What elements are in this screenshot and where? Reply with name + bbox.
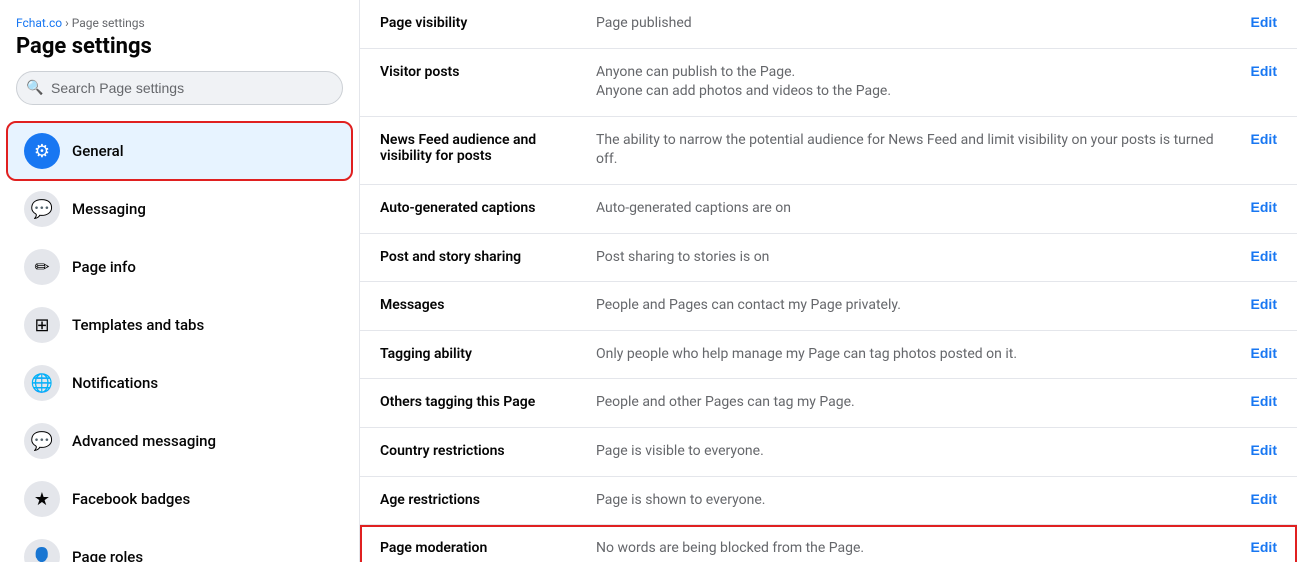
settings-row-page-visibility: Page visibility Page published Edit xyxy=(360,0,1297,49)
setting-label-others-tagging: Others tagging this Page xyxy=(380,393,580,410)
edit-btn-age-restrictions[interactable]: Edit xyxy=(1251,491,1277,507)
edit-btn-page-visibility[interactable]: Edit xyxy=(1251,14,1277,30)
sidebar-item-page-roles[interactable]: 👤 Page roles xyxy=(8,529,351,562)
edit-btn-post-story-sharing[interactable]: Edit xyxy=(1251,248,1277,264)
setting-desc-messages: People and Pages can contact my Page pri… xyxy=(596,296,1235,316)
settings-row-country-restrictions: Country restrictions Page is visible to e… xyxy=(360,428,1297,477)
setting-label-post-story-sharing: Post and story sharing xyxy=(380,248,580,265)
setting-label-visitor-posts: Visitor posts xyxy=(380,63,580,80)
sidebar-item-label-general: General xyxy=(72,142,124,160)
sidebar-item-label-page-roles: Page roles xyxy=(72,548,143,562)
setting-desc-tagging-ability: Only people who help manage my Page can … xyxy=(596,345,1235,365)
sidebar-item-page-info[interactable]: ✏ Page info xyxy=(8,239,351,295)
settings-row-age-restrictions: Age restrictions Page is shown to everyon… xyxy=(360,477,1297,526)
setting-label-auto-captions: Auto-generated captions xyxy=(380,199,580,216)
edit-btn-page-moderation[interactable]: Edit xyxy=(1251,539,1277,555)
setting-desc-auto-captions: Auto-generated captions are on xyxy=(596,199,1235,219)
search-input[interactable] xyxy=(16,71,343,105)
setting-label-age-restrictions: Age restrictions xyxy=(380,491,580,508)
edit-btn-tagging-ability[interactable]: Edit xyxy=(1251,345,1277,361)
setting-desc-age-restrictions: Page is shown to everyone. xyxy=(596,491,1235,511)
messaging-icon: 💬 xyxy=(24,191,60,227)
sidebar-item-notifications[interactable]: 🌐 Notifications xyxy=(8,355,351,411)
breadcrumb-separator: › xyxy=(62,16,72,30)
page-roles-icon: 👤 xyxy=(24,539,60,562)
search-icon: 🔍 xyxy=(26,80,43,96)
sidebar-item-label-advanced-messaging: Advanced messaging xyxy=(72,432,216,450)
edit-btn-messages[interactable]: Edit xyxy=(1251,296,1277,312)
setting-label-page-moderation: Page moderation xyxy=(380,539,580,556)
search-container: 🔍 xyxy=(16,71,343,105)
setting-desc-others-tagging: People and other Pages can tag my Page. xyxy=(596,393,1235,413)
setting-desc-news-feed-audience: The ability to narrow the potential audi… xyxy=(596,131,1235,170)
sidebar-item-general[interactable]: ⚙ General xyxy=(8,123,351,179)
setting-desc-page-moderation: No words are being blocked from the Page… xyxy=(596,539,1235,559)
setting-desc-visitor-posts: Anyone can publish to the Page. Anyone c… xyxy=(596,63,1235,102)
settings-list: Page visibilityPage publishedEditVisitor… xyxy=(360,0,1297,562)
nav-list: ⚙ General 💬 Messaging ✏ Page info ⊞ Templates a… xyxy=(0,121,359,562)
settings-row-page-moderation: Page moderation No words are being blocke… xyxy=(360,525,1297,562)
sidebar: Fchat.co › Page settings Page settings 🔍… xyxy=(0,0,360,562)
settings-row-auto-captions: Auto-generated captions Auto-generated ca… xyxy=(360,185,1297,234)
setting-desc-page-visibility: Page published xyxy=(596,14,1235,34)
main-content: Page visibilityPage publishedEditVisitor… xyxy=(360,0,1297,562)
advanced-messaging-icon: 💬 xyxy=(24,423,60,459)
settings-row-tagging-ability: Tagging ability Only people who help mana… xyxy=(360,331,1297,380)
breadcrumb: Fchat.co › Page settings xyxy=(16,16,343,30)
settings-row-others-tagging: Others tagging this Page People and other… xyxy=(360,379,1297,428)
setting-desc-country-restrictions: Page is visible to everyone. xyxy=(596,442,1235,462)
facebook-badges-icon: ★ xyxy=(24,481,60,517)
settings-row-messages: Messages People and Pages can contact my … xyxy=(360,282,1297,331)
sidebar-item-label-notifications: Notifications xyxy=(72,374,158,392)
setting-desc-post-story-sharing: Post sharing to stories is on xyxy=(596,248,1235,268)
notifications-icon: 🌐 xyxy=(24,365,60,401)
edit-btn-auto-captions[interactable]: Edit xyxy=(1251,199,1277,215)
edit-btn-visitor-posts[interactable]: Edit xyxy=(1251,63,1277,79)
page-title: Page settings xyxy=(16,34,343,59)
settings-row-visitor-posts: Visitor posts Anyone can publish to the P… xyxy=(360,49,1297,117)
sidebar-item-label-facebook-badges: Facebook badges xyxy=(72,490,190,508)
setting-label-page-visibility: Page visibility xyxy=(380,14,580,31)
setting-label-messages: Messages xyxy=(380,296,580,313)
edit-btn-news-feed-audience[interactable]: Edit xyxy=(1251,131,1277,147)
sidebar-item-advanced-messaging[interactable]: 💬 Advanced messaging xyxy=(8,413,351,469)
setting-label-news-feed-audience: News Feed audience and visibility for po… xyxy=(380,131,580,164)
breadcrumb-site-link[interactable]: Fchat.co xyxy=(16,16,62,30)
sidebar-item-messaging[interactable]: 💬 Messaging xyxy=(8,181,351,237)
page-info-icon: ✏ xyxy=(24,249,60,285)
sidebar-item-label-messaging: Messaging xyxy=(72,200,146,218)
sidebar-header: Fchat.co › Page settings Page settings 🔍 xyxy=(0,0,359,121)
sidebar-item-templates-tabs[interactable]: ⊞ Templates and tabs xyxy=(8,297,351,353)
templates-tabs-icon: ⊞ xyxy=(24,307,60,343)
breadcrumb-current: Page settings xyxy=(72,16,145,30)
sidebar-item-label-templates-tabs: Templates and tabs xyxy=(72,316,204,334)
setting-label-tagging-ability: Tagging ability xyxy=(380,345,580,362)
sidebar-item-facebook-badges[interactable]: ★ Facebook badges xyxy=(8,471,351,527)
setting-label-country-restrictions: Country restrictions xyxy=(380,442,580,459)
sidebar-item-label-page-info: Page info xyxy=(72,258,136,276)
general-icon: ⚙ xyxy=(24,133,60,169)
edit-btn-others-tagging[interactable]: Edit xyxy=(1251,393,1277,409)
settings-row-news-feed-audience: News Feed audience and visibility for po… xyxy=(360,117,1297,185)
settings-row-post-story-sharing: Post and story sharing Post sharing to st… xyxy=(360,234,1297,283)
edit-btn-country-restrictions[interactable]: Edit xyxy=(1251,442,1277,458)
